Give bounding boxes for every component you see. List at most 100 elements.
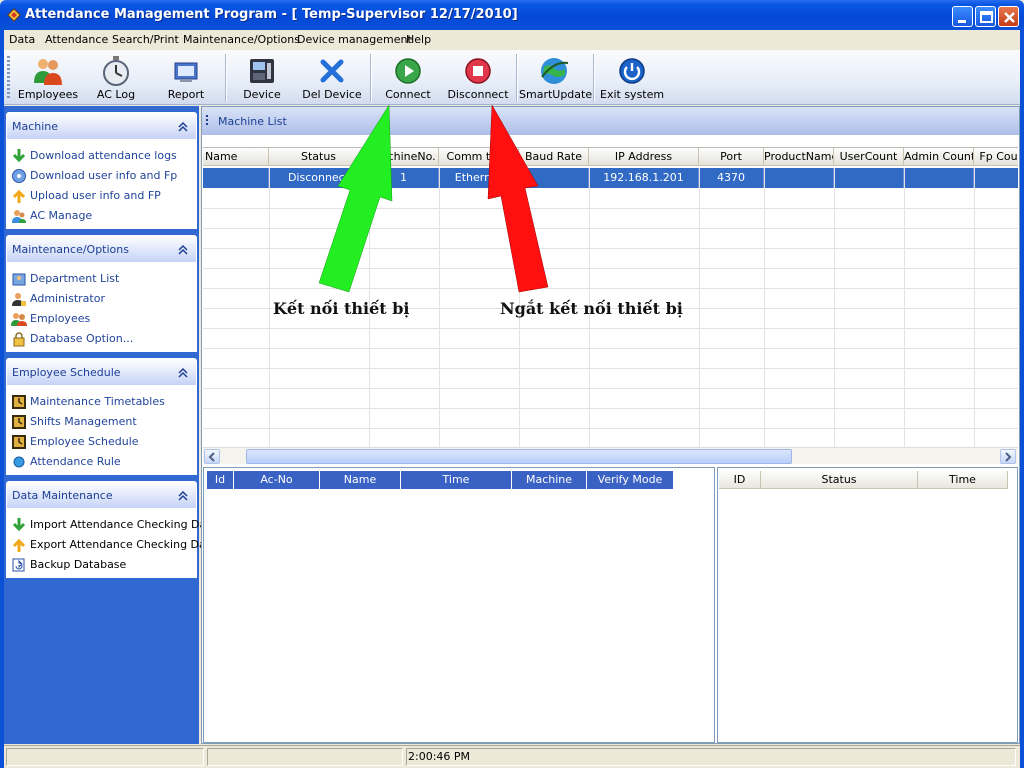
scroll-left-button[interactable] [204, 449, 220, 464]
menu-attendance[interactable]: Attendance [45, 33, 108, 46]
column-header-status[interactable]: Status [761, 471, 918, 489]
ac-log-button[interactable]: AC Log [84, 50, 148, 105]
column-header-machine[interactable]: Machine [512, 471, 587, 489]
menu-help[interactable]: Help [406, 33, 431, 46]
grid-line [269, 168, 270, 447]
backup-icon [12, 558, 25, 572]
column-header-ac-no[interactable]: Ac-No [234, 471, 320, 489]
toolbar-separator [225, 54, 227, 102]
column-header-fp-count[interactable]: Fp Cou [974, 148, 1018, 166]
column-header-port[interactable]: Port [699, 148, 764, 166]
chevron-right-icon [1005, 452, 1012, 462]
sidebar-item-label: Department List [30, 272, 120, 285]
rule-dot-icon [13, 456, 25, 468]
column-header-name[interactable]: Name [203, 148, 269, 166]
grid-line [974, 168, 975, 447]
grid-line [203, 328, 1018, 329]
employees-button[interactable]: Employees [16, 50, 80, 105]
del-device-button[interactable]: Del Device [296, 50, 368, 105]
delete-x-icon [320, 59, 344, 83]
column-header-ip-address[interactable]: IP Address [589, 148, 699, 166]
sidebar-section-employee-schedule[interactable]: Employee Schedule [6, 358, 197, 386]
report-label: Report [167, 88, 205, 101]
connect-button[interactable]: Connect [376, 50, 440, 105]
menu-maintenance-options[interactable]: Maintenance/Options [183, 33, 300, 46]
minimize-button[interactable] [952, 6, 973, 27]
cell-admin-count [904, 168, 974, 188]
scrollbar-thumb[interactable] [246, 449, 792, 464]
collapse-chevron-icon[interactable] [176, 366, 190, 380]
menu-search-print[interactable]: Search/Print [112, 33, 179, 46]
power-icon [619, 58, 645, 84]
cell-machine-no: 1 [369, 168, 439, 188]
administrator-icon [12, 293, 26, 306]
exit-system-button[interactable]: Exit system [600, 50, 664, 105]
column-header-baud-rate[interactable]: Baud Rate [519, 148, 589, 166]
sidebar-item-label: Download user info and Fp [30, 169, 178, 182]
sidebar-section-body: Maintenance Timetables Shifts Management… [6, 386, 197, 475]
smartupdate-label: SmartUpdate [519, 88, 593, 101]
connect-annotation: Kết nối thiết bị [273, 299, 410, 318]
collapse-chevron-icon[interactable] [176, 120, 190, 134]
sidebar-section-maintenance-options[interactable]: Maintenance/Options [6, 235, 197, 263]
toolbar-separator [593, 54, 595, 102]
cell-fp-count [974, 168, 1018, 188]
grid-line [203, 368, 1018, 369]
grid-line [203, 208, 1018, 209]
column-header-id[interactable]: Id [207, 471, 234, 489]
collapse-chevron-icon[interactable] [176, 243, 190, 257]
status-panel [406, 748, 1016, 766]
disconnect-button[interactable]: Disconnect [440, 50, 516, 105]
column-header-user-count[interactable]: UserCount [834, 148, 904, 166]
column-header-name[interactable]: Name [320, 471, 401, 489]
table-row[interactable]: Disconnect 1 Ethernet 192.168.1.201 4370 [203, 168, 1018, 188]
attendance-log-table[interactable]: Id Ac-No Name Time Machine Verify Mode [203, 467, 715, 743]
collapse-chevron-icon[interactable] [176, 489, 190, 503]
export-arrow-icon [12, 538, 26, 552]
column-header-verify-mode[interactable]: Verify Mode [587, 471, 674, 489]
column-header-status[interactable]: Status [269, 148, 369, 166]
sidebar-item-label: Upload user info and FP [30, 189, 161, 202]
column-header-comm-type[interactable]: Comm type [439, 148, 519, 166]
status-panel [207, 748, 403, 766]
report-button[interactable]: Report [154, 50, 218, 105]
users-icon [12, 210, 26, 223]
column-header-product-name[interactable]: ProductName [764, 148, 834, 166]
connection-status-table[interactable]: ID Status Time [717, 467, 1018, 743]
panel-grip [206, 115, 208, 127]
cell-user-count [834, 168, 904, 188]
section-title: Data Maintenance [12, 489, 113, 502]
sidebar-section-data-maintenance[interactable]: Data Maintenance [6, 481, 197, 509]
horizontal-scrollbar[interactable] [203, 447, 1018, 464]
sidebar-item-label: Backup Database [30, 558, 127, 571]
minimize-icon [958, 20, 966, 23]
title-bar[interactable]: Attendance Management Program - [ Temp-S… [0, 0, 1024, 30]
toolbar-grip[interactable] [7, 56, 10, 100]
column-header-time[interactable]: Time [401, 471, 512, 489]
download-disc-icon [12, 169, 26, 183]
play-icon [395, 58, 421, 84]
smartupdate-button[interactable]: SmartUpdate [519, 50, 593, 105]
main-content: Machine List Name Status MachineNo. Comm… [201, 106, 1020, 744]
device-button[interactable]: Device [230, 50, 294, 105]
grid-line [439, 168, 440, 447]
sidebar-item-label: Administrator [30, 292, 105, 305]
column-header-id[interactable]: ID [719, 471, 761, 489]
scroll-right-button[interactable] [1000, 449, 1016, 464]
sidebar-section-machine[interactable]: Machine [6, 112, 197, 140]
maximize-button[interactable] [975, 6, 996, 27]
maximize-icon [980, 11, 993, 23]
close-button[interactable] [998, 6, 1019, 27]
column-header-machine-no[interactable]: MachineNo. [369, 148, 439, 166]
column-header-admin-count[interactable]: Admin Count [904, 148, 974, 166]
menu-data[interactable]: Data [9, 33, 35, 46]
section-title: Maintenance/Options [12, 243, 129, 256]
download-arrow-icon [12, 149, 26, 163]
menu-device-management[interactable]: Device management [297, 33, 412, 46]
machine-list-grid[interactable]: Name Status MachineNo. Comm type Baud Ra… [203, 147, 1018, 447]
department-icon [12, 273, 26, 286]
column-header-time[interactable]: Time [918, 471, 1008, 489]
sidebar-item-label: Employees [30, 312, 91, 325]
status-time: 2:00:46 PM [408, 750, 471, 763]
device-label: Device [243, 88, 281, 101]
